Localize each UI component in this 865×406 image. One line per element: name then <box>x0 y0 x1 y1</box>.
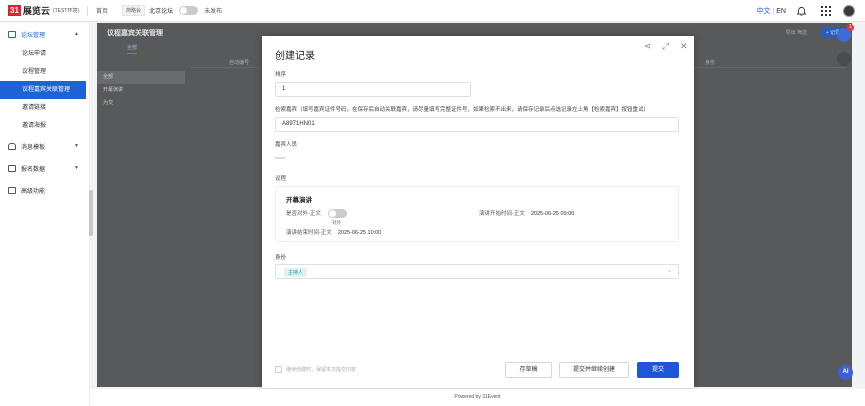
sidebar-group-advanced[interactable]: 高级功能 <box>0 179 89 201</box>
end-time-value: 2025-06-25 10:00 <box>337 230 382 236</box>
is-public-toggle[interactable] <box>328 209 347 218</box>
page-title: 议程嘉宾关联管理 <box>107 30 163 37</box>
start-time-field: 演讲开始时间-正文 2025-06-25 09:00 <box>479 209 574 217</box>
sidebar-item-invite-link[interactable]: 邀请链接 <box>0 99 89 117</box>
logo-env: (TEST环境) <box>52 8 80 14</box>
chevron-up-icon: ▲ <box>74 31 79 37</box>
agenda-title: 开幕演讲 <box>286 197 312 204</box>
ai-assistant-button[interactable]: AI <box>838 365 853 380</box>
notification-badge: 1 <box>847 24 854 31</box>
publish-status: 未发布 <box>204 9 223 15</box>
keep-content-checkbox[interactable] <box>275 366 282 373</box>
chevron-down-icon: ▼ <box>74 143 79 149</box>
sidebar-item-invite-poster[interactable]: 邀请海报 <box>0 117 89 135</box>
sidebar-scrollbar[interactable] <box>89 190 93 236</box>
bell-icon[interactable] <box>796 6 807 17</box>
agenda-card[interactable]: 开幕演讲 是否对外-正文 对外 演讲开始时间-正文 2025-06-25 09:0… <box>275 186 679 242</box>
sidebar-group-label: 消息模板 <box>21 144 46 151</box>
end-time-field: 演讲结束时间-正文 2025-06-25 10:00 <box>286 228 381 236</box>
start-time-value: 2025-06-25 09:00 <box>530 211 575 217</box>
sidebar: 论坛管理 ▲ 论坛申请 议程管理 议程嘉宾关联管理 邀请链接 邀请海报 消息模板… <box>0 23 90 406</box>
sort-input[interactable]: 1 <box>275 82 471 97</box>
apps-grid-icon[interactable] <box>821 6 831 16</box>
grid-icon <box>8 186 16 194</box>
guest-search-input[interactable]: A8971HN01 <box>275 117 679 132</box>
lang-separator: | <box>772 7 775 15</box>
lightning-button[interactable]: 1 <box>837 24 854 42</box>
keep-content-label: 继续创建时，保留本次提交内容 <box>286 367 357 373</box>
guest-people-label: 嘉宾人员 <box>275 142 298 148</box>
tab-all[interactable]: 全部 <box>127 44 138 54</box>
bell-icon <box>8 142 16 150</box>
footer: Powered by 31Event <box>90 389 865 406</box>
sidebar-group-label: 论坛管理 <box>21 32 46 39</box>
save-draft-button[interactable]: 存草稿 <box>505 362 552 378</box>
chat-button[interactable] <box>837 52 851 66</box>
sidebar-group-message[interactable]: 消息模板 ▼ <box>0 135 89 157</box>
home-link[interactable]: 首页 <box>96 6 108 15</box>
end-time-label: 演讲结束时间-正文 <box>286 230 332 236</box>
list-item[interactable]: 为交 <box>97 97 185 110</box>
identity-chip: 主持人 <box>284 268 308 277</box>
sidebar-group-label: 高级功能 <box>21 188 46 195</box>
top-bar: 31 展览云 (TEST环境) 首页 简略会 北京论坛 未发布 中文 | EN <box>0 0 865 22</box>
is-public-toggle-label: 对外 <box>332 220 341 225</box>
sidebar-item-forum-apply[interactable]: 论坛申请 <box>0 45 89 63</box>
sort-label: 排序 <box>275 72 287 78</box>
divider <box>87 5 89 16</box>
lang-en-button[interactable]: EN <box>776 8 786 15</box>
lang-zh-button[interactable]: 中文 <box>756 6 770 16</box>
toolbar-icons[interactable]: 导出 筛选 <box>786 29 807 36</box>
form-icon <box>8 164 16 172</box>
sidebar-item-agenda-guest[interactable]: 议程嘉宾关联管理 <box>0 81 86 99</box>
column-header: 身份 <box>705 60 716 66</box>
start-time-label: 演讲开始时间-正文 <box>479 211 525 217</box>
create-record-modal: 创建记录 ⋖ ⤢ ✕ 排序 1 检索嘉宾（填写嘉宾证件号码，在保存后自动关联嘉宾… <box>262 36 694 388</box>
logo-mark: 31 <box>8 5 21 16</box>
filter-list: 全部 开幕演讲 为交 <box>97 71 185 110</box>
logo[interactable]: 31 展览云 (TEST环境) <box>8 4 79 17</box>
sidebar-group-label: 报名数据 <box>21 166 46 173</box>
chevron-down-icon: ▼ <box>74 165 79 171</box>
forum-name: 北京论坛 <box>149 9 174 15</box>
sidebar-group-forum[interactable]: 论坛管理 ▲ <box>0 23 89 45</box>
expand-icon[interactable]: ⤢ <box>662 41 669 52</box>
list-item[interactable]: 开幕演讲 <box>97 84 185 97</box>
column-header: 自动编号 <box>229 60 250 66</box>
avatar[interactable] <box>843 5 855 17</box>
list-item[interactable]: 全部 <box>97 71 185 84</box>
event-tag: 简略会 <box>122 5 146 16</box>
guest-people-empty <box>275 157 285 159</box>
share-icon[interactable]: ⋖ <box>644 41 652 52</box>
close-icon[interactable]: ✕ <box>680 41 688 52</box>
is-public-label: 是否对外-正文 <box>286 211 321 217</box>
sidebar-item-agenda[interactable]: 议程管理 <box>0 63 89 81</box>
chevron-down-icon: ⌄ <box>666 268 672 274</box>
publish-toggle[interactable] <box>179 6 199 15</box>
submit-button[interactable]: 提交 <box>637 362 679 378</box>
guest-search-label: 检索嘉宾（填写嘉宾证件号码，在保存后自动关联嘉宾，请尽量填写完整证件号，如果检索… <box>275 107 650 113</box>
agenda-label: 议程 <box>275 176 287 182</box>
modal-title: 创建记录 <box>275 51 315 62</box>
logo-text: 展览云 <box>22 6 50 16</box>
submit-continue-button[interactable]: 提交并继续创建 <box>559 362 629 378</box>
identity-select[interactable]: 主持人 ⌄ <box>275 264 679 279</box>
right-rail: 1 <box>836 24 854 76</box>
identity-label: 身份 <box>275 255 287 261</box>
sidebar-group-registration[interactable]: 报名数据 ▼ <box>0 157 89 179</box>
monitor-icon <box>8 30 16 38</box>
